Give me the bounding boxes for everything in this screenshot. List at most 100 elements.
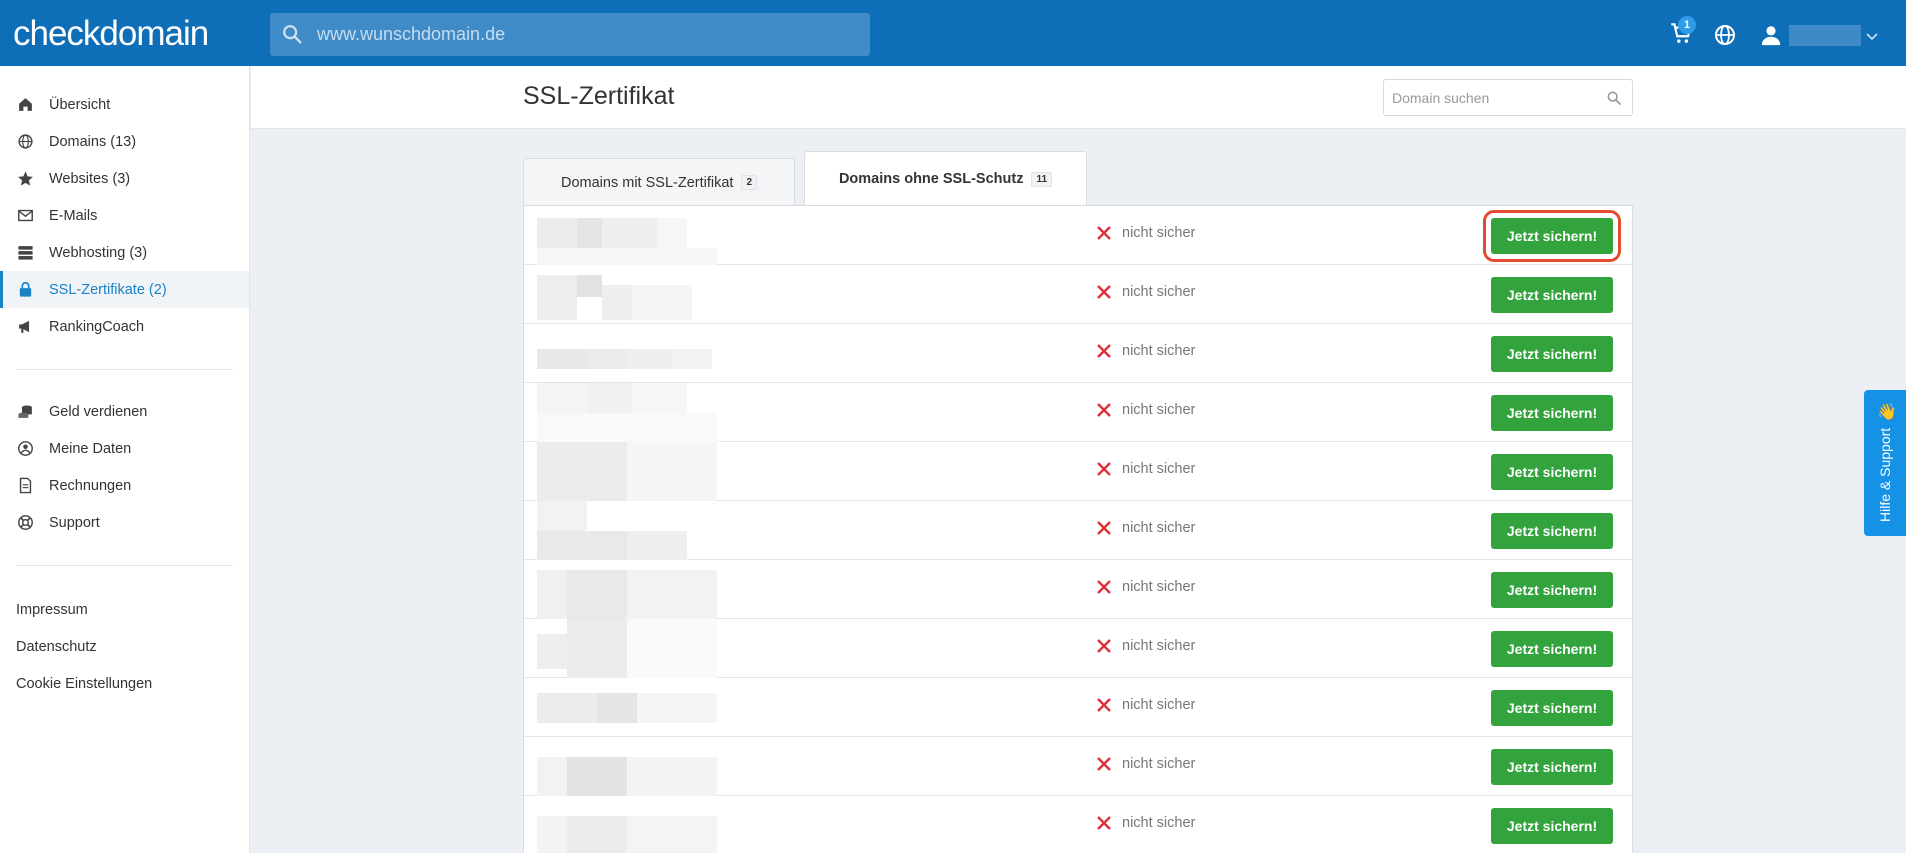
ssl-status: nicht sicher	[1096, 520, 1195, 536]
secure-now-button[interactable]: Jetzt sichern!	[1483, 210, 1621, 262]
ssl-status: nicht sicher	[1096, 579, 1195, 595]
close-icon	[1097, 639, 1111, 653]
sidebar-item-websites[interactable]: Websites (3)	[0, 160, 249, 197]
page-header: SSL-Zertifikat	[251, 66, 1906, 129]
ssl-status: nicht sicher	[1096, 815, 1195, 831]
search-icon	[283, 25, 302, 44]
sidebar-item-geld-verdienen[interactable]: Geld verdienen	[0, 393, 249, 430]
help-support-label: Hilfe & Support	[1877, 427, 1893, 522]
close-icon	[1097, 226, 1111, 240]
status-text: nicht sicher	[1122, 579, 1196, 595]
table-row: nicht sicher Jetzt sichern!	[524, 442, 1632, 501]
user-circle-icon	[18, 441, 33, 456]
close-icon	[1097, 816, 1111, 830]
status-text: nicht sicher	[1122, 638, 1196, 654]
sidebar-item-domains[interactable]: Domains (13)	[0, 123, 249, 160]
lifebuoy-icon	[18, 515, 33, 530]
secure-now-button[interactable]: Jetzt sichern!	[1491, 749, 1613, 785]
secure-now-button[interactable]: Jetzt sichern!	[1491, 631, 1613, 667]
sidebar-divider	[16, 369, 233, 370]
top-bar: checkdomain 1	[0, 0, 1906, 66]
sidebar-item-label: E-Mails	[49, 207, 98, 224]
domain-search-input[interactable]	[317, 13, 857, 56]
secure-now-button[interactable]: Jetzt sichern!	[1491, 395, 1613, 431]
search-icon[interactable]	[1606, 90, 1622, 106]
waving-hand-icon: 👋	[1877, 404, 1897, 421]
secure-now-button[interactable]: Jetzt sichern!	[1491, 808, 1613, 844]
domain-name-redacted	[537, 560, 717, 619]
domain-name-redacted	[537, 383, 717, 442]
secure-now-button[interactable]: Jetzt sichern!	[1491, 454, 1613, 490]
sidebar-item-label: Rechnungen	[49, 477, 132, 494]
table-row: nicht sicher Jetzt sichern!	[524, 324, 1632, 383]
sidebar-item-ssl-zertifikate[interactable]: SSL-Zertifikate (2)	[0, 271, 249, 308]
chevron-down-icon[interactable]	[1864, 28, 1880, 44]
tab-count-badge: 2	[741, 175, 757, 190]
ssl-status: nicht sicher	[1096, 461, 1195, 477]
sidebar-item-label: SSL-Zertifikate (2)	[49, 281, 167, 298]
table-row: nicht sicher Jetzt sichern!	[524, 383, 1632, 442]
logo[interactable]: checkdomain	[13, 14, 209, 54]
domain-search-field[interactable]	[1392, 80, 1592, 115]
sidebar-item-meine-daten[interactable]: Meine Daten	[0, 430, 249, 467]
datenschutz-link[interactable]: Datenschutz	[16, 639, 97, 655]
tab-domains-mit-ssl[interactable]: Domains mit SSL-Zertifikat 2	[523, 158, 795, 206]
sidebar-item-emails[interactable]: E-Mails	[0, 197, 249, 234]
logo-text: checkdomain	[13, 14, 209, 53]
help-support-tab[interactable]: 👋 Hilfe & Support	[1864, 390, 1906, 536]
ssl-status: nicht sicher	[1096, 225, 1195, 241]
global-search[interactable]	[270, 13, 870, 56]
sidebar-item-label: Meine Daten	[49, 440, 132, 457]
user-name[interactable]	[1789, 25, 1861, 46]
sidebar-item-label: Domains (13)	[49, 133, 137, 150]
megaphone-icon	[19, 320, 30, 333]
domain-search[interactable]	[1383, 79, 1633, 116]
ssl-status: nicht sicher	[1096, 638, 1195, 654]
status-text: nicht sicher	[1122, 815, 1196, 831]
domain-name-redacted	[537, 501, 717, 560]
table-row: nicht sicher Jetzt sichern!	[524, 501, 1632, 560]
sidebar-item-rankingcoach[interactable]: RankingCoach	[0, 308, 249, 345]
globe-icon[interactable]	[1713, 23, 1737, 47]
ssl-status: nicht sicher	[1096, 402, 1195, 418]
sidebar-item-label: Übersicht	[49, 96, 111, 113]
table-row: nicht sicher Jetzt sichern!	[524, 206, 1632, 265]
table-row: nicht sicher Jetzt sichern!	[524, 265, 1632, 324]
domain-name-redacted	[537, 619, 717, 678]
sidebar-item-label: Support	[49, 514, 100, 531]
cookie-settings-link[interactable]: Cookie Einstellungen	[16, 676, 152, 692]
tab-domains-ohne-ssl[interactable]: Domains ohne SSL-Schutz 11	[804, 151, 1087, 206]
status-text: nicht sicher	[1122, 461, 1196, 477]
domain-name-redacted	[537, 324, 717, 383]
sidebar-item-rechnungen[interactable]: Rechnungen	[0, 467, 249, 504]
tab-count-badge: 11	[1031, 171, 1053, 187]
sidebar-item-uebersicht[interactable]: Übersicht	[0, 86, 249, 123]
secure-now-button[interactable]: Jetzt sichern!	[1491, 513, 1613, 549]
sidebar-item-support[interactable]: Support	[0, 504, 249, 541]
domain-name-redacted	[537, 206, 717, 265]
coins-icon	[18, 405, 32, 418]
sidebar-item-webhosting[interactable]: Webhosting (3)	[0, 234, 249, 271]
domain-name-redacted	[537, 737, 717, 796]
tab-label: Domains ohne SSL-Schutz	[838, 171, 1024, 187]
close-icon	[1097, 580, 1111, 594]
status-text: nicht sicher	[1122, 402, 1196, 418]
status-text: nicht sicher	[1122, 697, 1196, 713]
home-icon	[19, 98, 32, 111]
table-row: nicht sicher Jetzt sichern!	[524, 737, 1632, 796]
page-title: SSL-Zertifikat	[523, 82, 675, 110]
secure-now-button[interactable]: Jetzt sichern!	[1491, 572, 1613, 608]
secure-now-button[interactable]: Jetzt sichern!	[1491, 336, 1613, 372]
ssl-status: nicht sicher	[1096, 756, 1195, 772]
secure-now-button[interactable]: Jetzt sichern!	[1491, 277, 1613, 313]
impressum-link[interactable]: Impressum	[16, 602, 88, 618]
close-icon	[1097, 521, 1111, 535]
lock-icon	[19, 282, 32, 297]
secure-now-button[interactable]: Jetzt sichern!	[1491, 690, 1613, 726]
table-row: nicht sicher Jetzt sichern!	[524, 678, 1632, 737]
close-icon	[1097, 462, 1111, 476]
sidebar-item-label: RankingCoach	[49, 318, 145, 335]
status-text: nicht sicher	[1122, 756, 1196, 772]
close-icon	[1097, 344, 1111, 358]
user-icon[interactable]	[1760, 24, 1782, 46]
